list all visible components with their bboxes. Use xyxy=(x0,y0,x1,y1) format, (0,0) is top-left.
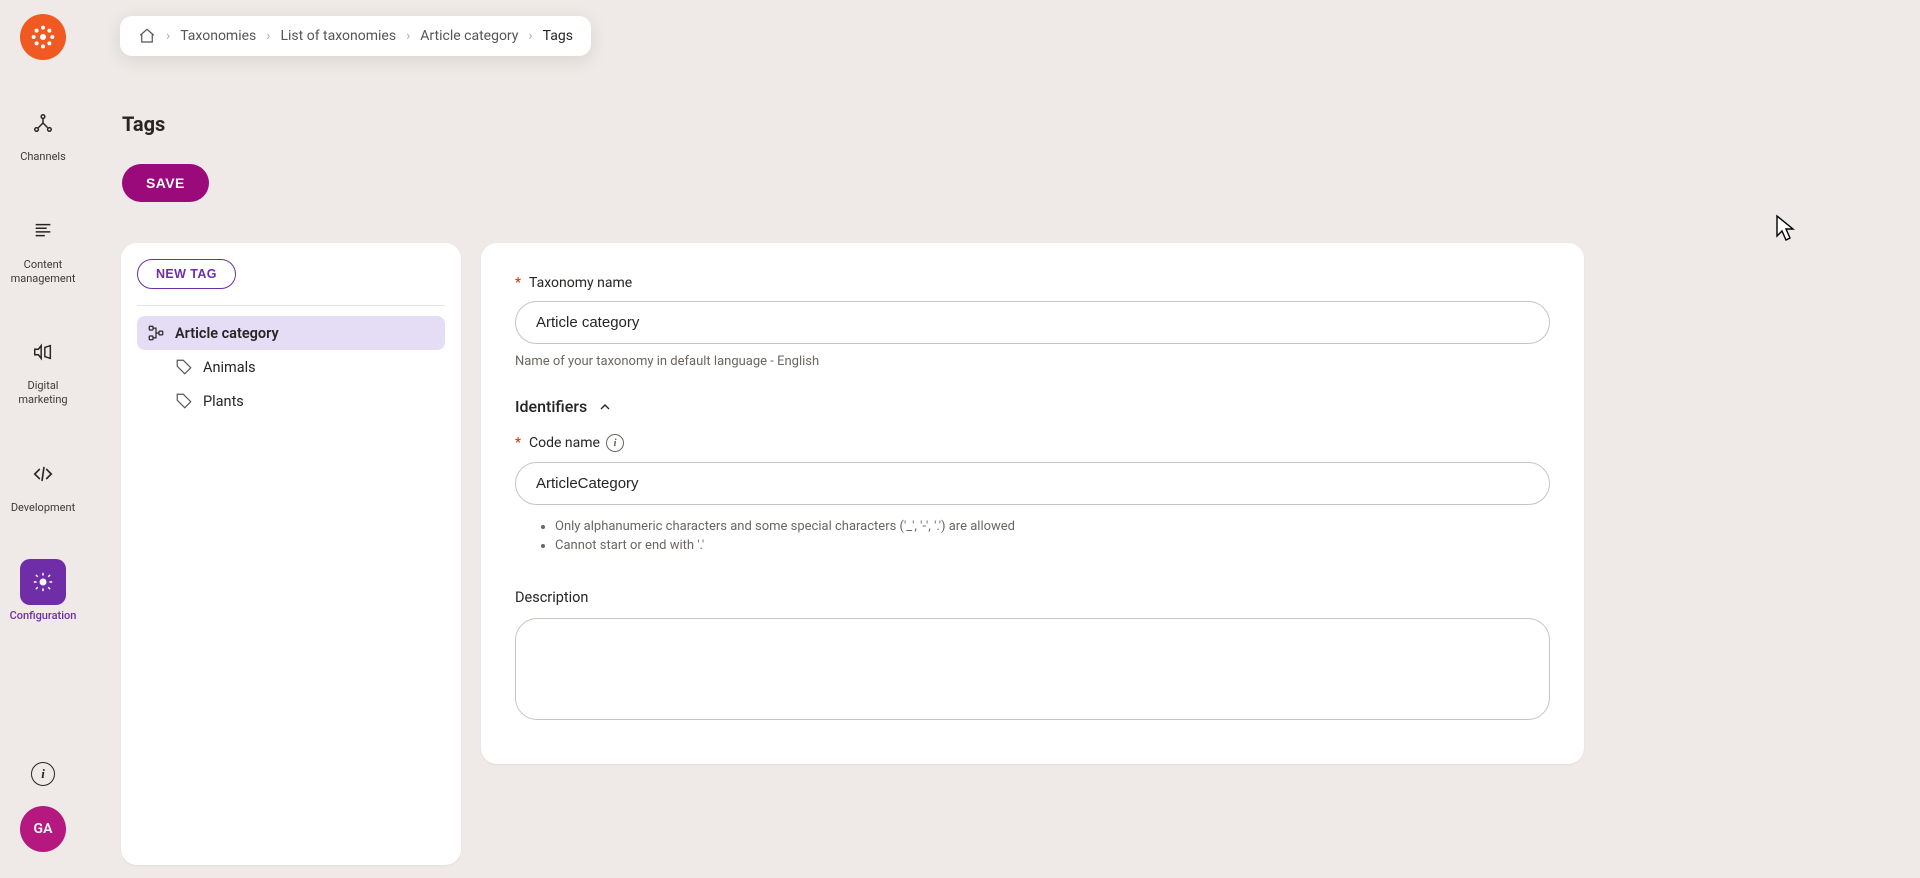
required-asterisk: * xyxy=(515,275,521,291)
hierarchy-icon xyxy=(147,324,165,342)
content-icon xyxy=(20,208,66,254)
info-icon[interactable]: i xyxy=(606,434,624,452)
chevron-right-icon: › xyxy=(166,28,170,44)
tree-node-label: Animals xyxy=(203,359,256,376)
breadcrumb-item[interactable]: Taxonomies xyxy=(180,28,256,44)
rule-item: Only alphanumeric characters and some sp… xyxy=(555,519,1550,534)
sidebar-item-channels[interactable]: Channels xyxy=(0,100,86,164)
channels-icon xyxy=(20,100,66,146)
taxonomy-name-input[interactable] xyxy=(515,301,1550,344)
taxonomy-name-label: * Taxonomy name xyxy=(515,275,1550,291)
breadcrumb-item[interactable]: List of taxonomies xyxy=(280,28,396,44)
required-asterisk: * xyxy=(515,435,521,451)
form-panel: * Taxonomy name Name of your taxonomy in… xyxy=(481,243,1584,764)
taxonomy-name-helper: Name of your taxonomy in default languag… xyxy=(515,354,1550,369)
sidebar-item-label: Content management xyxy=(11,258,76,286)
development-icon xyxy=(20,451,66,497)
chevron-right-icon: › xyxy=(406,28,410,44)
breadcrumb-item-current: Tags xyxy=(543,28,573,44)
chevron-right-icon: › xyxy=(528,28,532,44)
description-textarea[interactable] xyxy=(515,618,1550,720)
cursor-icon xyxy=(1775,214,1799,244)
logo-icon xyxy=(29,23,57,51)
home-icon[interactable] xyxy=(138,27,156,45)
code-name-rules: Only alphanumeric characters and some sp… xyxy=(555,519,1550,553)
breadcrumb-item[interactable]: Article category xyxy=(420,28,518,44)
code-name-label: * Code name i xyxy=(515,434,1550,452)
tree-node-child[interactable]: Animals xyxy=(165,350,445,384)
tree-panel: NEW TAG Article category Animals Plants xyxy=(121,243,461,865)
sidebar-item-label: Channels xyxy=(20,150,66,164)
divider xyxy=(137,305,445,306)
identifiers-toggle[interactable]: Identifiers xyxy=(515,397,1550,416)
app-logo[interactable] xyxy=(20,14,66,60)
chevron-up-icon xyxy=(597,399,613,415)
sidebar-item-label: Configuration xyxy=(10,609,77,623)
code-name-input[interactable] xyxy=(515,462,1550,505)
page-title: Tags xyxy=(122,112,165,136)
tree-node-child[interactable]: Plants xyxy=(165,384,445,418)
help-icon[interactable]: i xyxy=(31,762,55,786)
sidebar-item-content-management[interactable]: Content management xyxy=(0,208,86,286)
tree-node-root[interactable]: Article category xyxy=(137,316,445,350)
sidebar-item-label: Digital marketing xyxy=(18,379,67,407)
tag-icon xyxy=(175,392,193,410)
new-tag-button[interactable]: NEW TAG xyxy=(137,259,236,289)
app-sidebar: Channels Content management Digital mark… xyxy=(0,0,86,878)
sidebar-item-label: Development xyxy=(11,501,75,515)
tree-node-label: Article category xyxy=(175,325,279,342)
save-button[interactable]: SAVE xyxy=(122,164,209,202)
tag-icon xyxy=(175,358,193,376)
configuration-icon xyxy=(20,559,66,605)
sidebar-item-digital-marketing[interactable]: Digital marketing xyxy=(0,329,86,407)
breadcrumb: › Taxonomies › List of taxonomies › Arti… xyxy=(120,16,591,56)
description-label: Description xyxy=(515,589,1550,606)
avatar[interactable]: GA xyxy=(20,806,66,852)
identifiers-label: Identifiers xyxy=(515,397,587,416)
rule-item: Cannot start or end with '.' xyxy=(555,538,1550,553)
sidebar-bottom: i GA xyxy=(20,762,66,878)
sidebar-item-development[interactable]: Development xyxy=(0,451,86,515)
marketing-icon xyxy=(20,329,66,375)
chevron-right-icon: › xyxy=(266,28,270,44)
tree-node-label: Plants xyxy=(203,393,244,410)
sidebar-item-configuration[interactable]: Configuration xyxy=(0,559,86,623)
